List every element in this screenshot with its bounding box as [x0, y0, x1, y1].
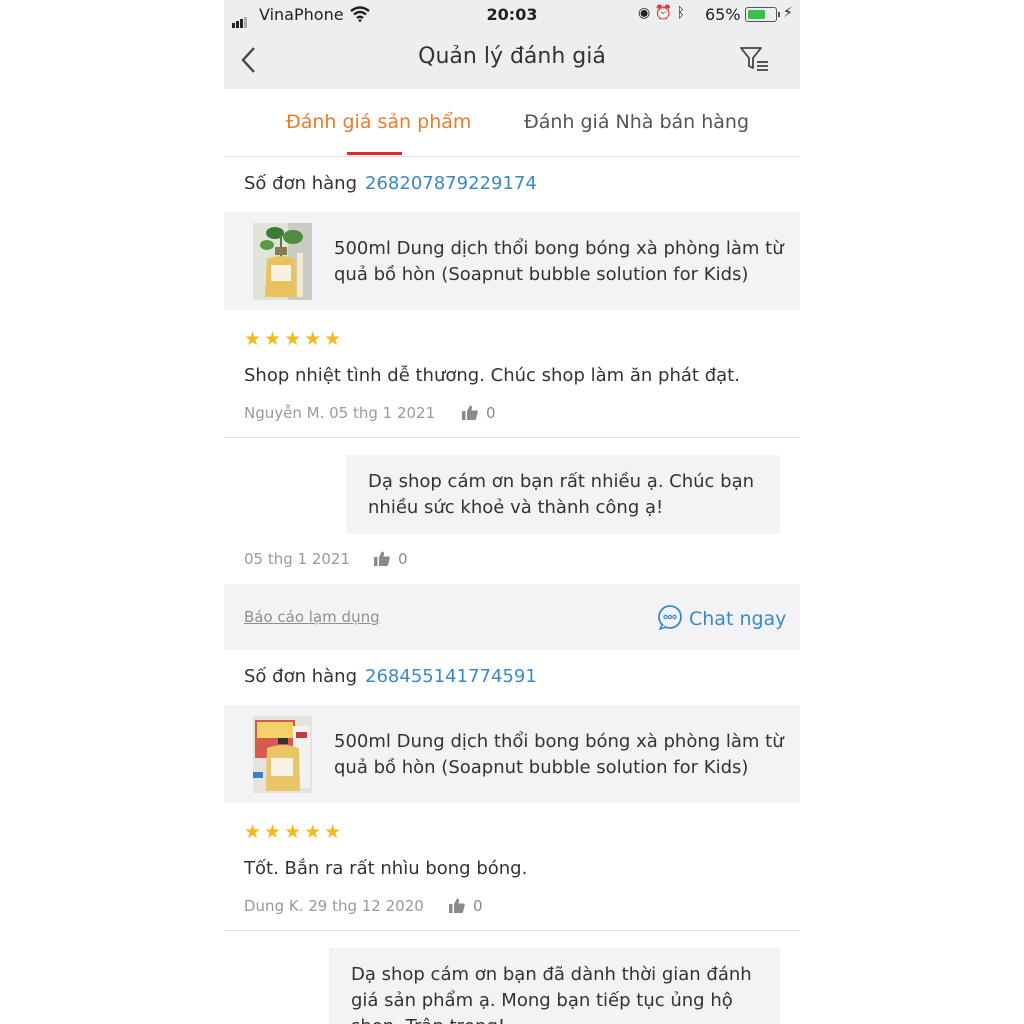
review-author-date: Dung K. 29 thg 12 2020	[244, 897, 424, 915]
page-title: Quản lý đánh giá	[418, 44, 606, 69]
report-abuse-link[interactable]: Báo cáo lạm dụng	[244, 608, 380, 626]
alarm-icon: ⏰	[654, 5, 673, 21]
product-title: 500ml Dung dịch thổi bong bóng xà phòng …	[334, 238, 784, 285]
top-bar: VinaPhone 20:03 ◉ ⏰ ᛒ 65% ⚡ Quản lý đánh…	[224, 0, 800, 89]
order-number-row: Số đơn hàng 268455141774591	[244, 666, 537, 687]
order-label: Số đơn hàng	[244, 666, 358, 687]
charging-icon: ⚡	[783, 5, 793, 21]
thumbs-up-icon	[449, 898, 465, 913]
review-text: Tốt. Bắn ra rất nhìu bong bóng.	[244, 858, 528, 879]
rating-stars: ★★★★★	[244, 328, 345, 350]
order-number-link[interactable]: 268455141774591	[365, 666, 537, 687]
review-author-date: Nguyễn M. 05 thg 1 2021	[244, 404, 436, 422]
order-number-link[interactable]: 268207879229174	[365, 173, 537, 194]
rating-stars: ★★★★★	[244, 821, 345, 843]
reply-date: 05 thg 1 2021	[244, 550, 351, 568]
like-count: 0	[486, 404, 496, 422]
bluetooth-icon: ᛒ	[676, 5, 685, 21]
tab-product-reviews[interactable]: Đánh giá sản phẩm	[286, 111, 471, 133]
tab-seller-reviews[interactable]: Đánh giá Nhà bán hàng	[524, 111, 749, 133]
product-card[interactable]: 500ml Dung dịch thổi bong bóng xà phòng …	[224, 705, 800, 803]
rotation-lock-icon: ◉	[638, 5, 651, 21]
review-text: Shop nhiệt tình dễ thương. Chúc shop làm…	[244, 365, 740, 386]
chat-now-label: Chat ngay	[689, 608, 787, 630]
battery-fill	[748, 10, 765, 19]
battery-icon	[745, 7, 780, 22]
divider	[224, 437, 800, 438]
like-count: 0	[398, 550, 408, 568]
divider	[224, 930, 800, 931]
battery-percent: 65%	[705, 5, 741, 24]
order-label: Số đơn hàng	[244, 173, 358, 194]
product-thumbnail	[253, 716, 312, 793]
seller-reply: Dạ shop cám ơn bạn đã dành thời gian đán…	[329, 948, 780, 1024]
active-tab-indicator	[347, 152, 402, 155]
thumbs-up-icon	[462, 405, 478, 420]
thumbs-up-icon	[374, 551, 390, 566]
product-card[interactable]: 500ml Dung dịch thổi bong bóng xà phòng …	[224, 212, 800, 310]
like-button[interactable]: 0	[462, 404, 496, 422]
product-thumbnail	[253, 223, 312, 300]
tab-bar: Đánh giá sản phẩm Đánh giá Nhà bán hàng	[224, 89, 800, 157]
order-number-row: Số đơn hàng 268207879229174	[244, 173, 537, 194]
phone-screen: VinaPhone 20:03 ◉ ⏰ ᛒ 65% ⚡ Quản lý đánh…	[224, 0, 800, 1024]
filter-icon[interactable]	[738, 44, 772, 74]
like-button[interactable]: 0	[449, 897, 483, 915]
status-bar: VinaPhone 20:03 ◉ ⏰ ᛒ 65% ⚡	[224, 0, 800, 30]
status-icons: ◉ ⏰ ᛒ	[638, 5, 685, 21]
reply-like-button[interactable]: 0	[374, 550, 408, 568]
action-bar: Báo cáo lạm dụng Chat ngay	[224, 584, 800, 650]
seller-reply: Dạ shop cám ơn bạn rất nhiều ạ. Chúc bạn…	[346, 455, 780, 534]
like-count: 0	[473, 897, 483, 915]
chat-bubble-icon	[658, 605, 682, 631]
chat-now-button[interactable]: Chat ngay	[657, 604, 787, 631]
product-title: 500ml Dung dịch thổi bong bóng xà phòng …	[334, 731, 784, 778]
